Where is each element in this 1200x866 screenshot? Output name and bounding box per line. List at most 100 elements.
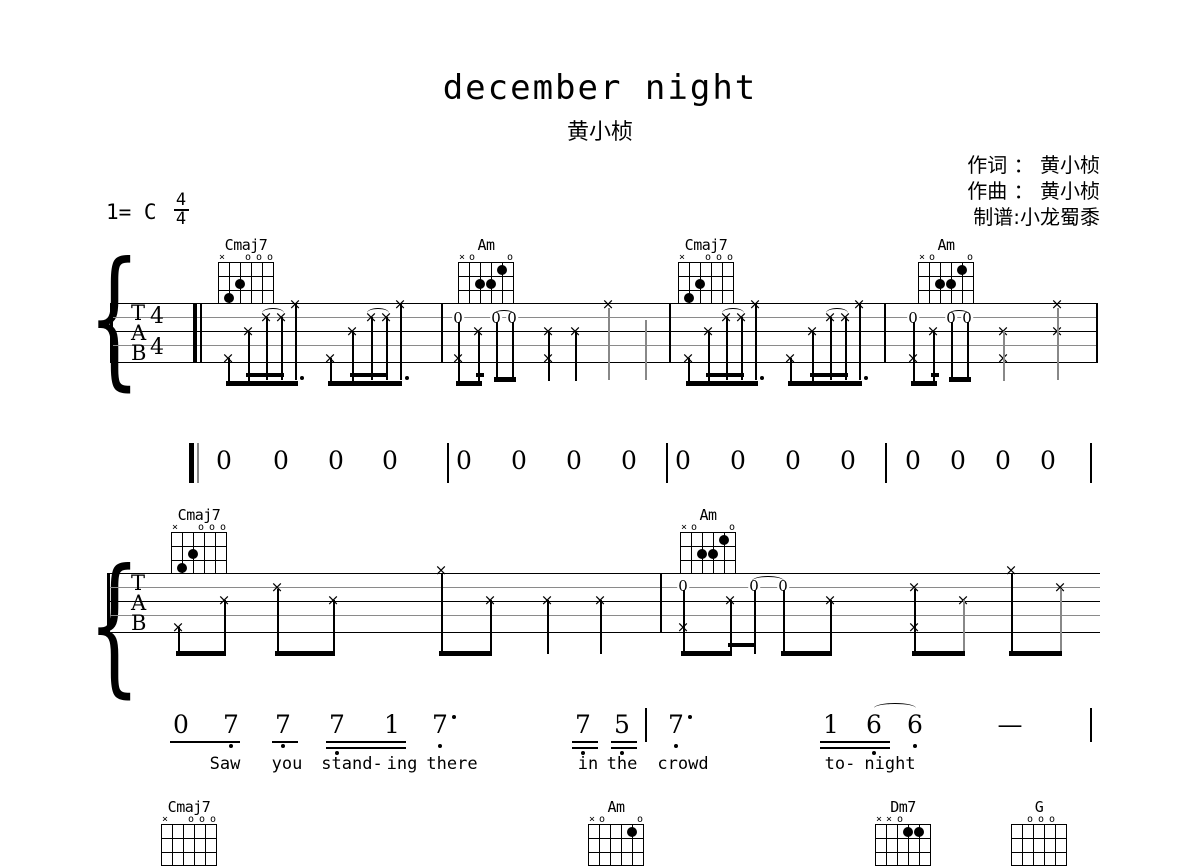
jianpu-note: 7	[432, 710, 448, 739]
key-signature: 1= C	[106, 200, 157, 224]
note-stem	[458, 322, 460, 384]
open-string-marker: o	[727, 252, 734, 263]
open-string-marker: o	[220, 522, 227, 533]
jianpu-note: 7	[275, 710, 291, 739]
lyric-word: the	[606, 754, 638, 774]
tie-slur	[752, 576, 784, 586]
jianpu-repeat-barline	[189, 443, 194, 483]
chord-string-markers: × o o o	[218, 252, 274, 263]
measure-barline	[441, 303, 443, 363]
chord-label: G	[1034, 798, 1044, 816]
open-string-marker: o	[245, 252, 252, 263]
chord-diagram-cmaj7-3: Cmaj7 × o o o	[168, 508, 230, 574]
tie-slur	[826, 308, 848, 318]
chord-diagram-cmaj7-2: Cmaj7 × o o o	[675, 238, 737, 304]
muted-string-marker: ×	[919, 252, 926, 263]
tie-slur	[262, 308, 284, 318]
open-string-marker: o	[897, 814, 904, 825]
note-stem	[371, 317, 373, 380]
jianpu-note: 0	[216, 446, 232, 475]
note-beam	[328, 381, 402, 386]
note-stem	[400, 304, 402, 380]
fretboard-grid	[588, 824, 644, 866]
chord-string-markers: × o o o	[171, 522, 227, 533]
jianpu-note: 7	[223, 710, 239, 739]
chord-string-markers: × o o o	[678, 252, 734, 263]
tab-clef-a: A	[131, 321, 147, 345]
jianpu-note: 0	[950, 446, 966, 475]
jianpu-note: 7	[329, 710, 345, 739]
open-string-marker: o	[267, 252, 274, 263]
note-beam	[949, 377, 971, 382]
credits-block: system-1 作词 ： 黄小桢 作曲 ： 黄小桢 制谱:小龙蜀黍	[967, 152, 1100, 230]
lyric-word: ing	[386, 754, 418, 774]
note-beam	[176, 651, 226, 656]
muted-string-marker: ×	[219, 252, 226, 263]
muted-string-marker: ×	[679, 252, 686, 263]
fretboard-grid	[680, 532, 736, 574]
chord-label: Dm7	[890, 798, 916, 816]
jianpu-note: 0	[566, 446, 582, 475]
note-beam-secondary	[810, 373, 848, 377]
chord-diagram-dm7: Dm7 × × o	[872, 800, 934, 866]
augmentation-dot	[760, 376, 764, 380]
note-stem	[783, 590, 785, 654]
note-stem	[859, 304, 861, 380]
tab-clef-t: T	[131, 571, 146, 595]
jianpu-octave-dot-low	[438, 744, 442, 748]
fretboard-grid	[678, 262, 734, 304]
open-string-marker: o	[209, 522, 216, 533]
repeat-start-barline-thin	[200, 303, 202, 363]
note-beam-secondary	[350, 373, 388, 377]
time-denominator: 4	[175, 208, 187, 229]
note-stem	[830, 600, 832, 654]
chord-string-markers: × o o	[680, 523, 736, 533]
chord-diagram-am-4: Am × o o	[585, 800, 647, 866]
chord-diagram-g: G o o o	[1008, 800, 1070, 866]
tie-slur	[874, 703, 916, 713]
credit-line-3: 制谱:小龙蜀黍	[973, 205, 1100, 229]
lyric-word: stand-	[321, 754, 383, 774]
note-stem	[1011, 574, 1013, 654]
tab-clef-b: B	[131, 341, 147, 365]
note-beam	[226, 381, 298, 386]
chord-label: Am	[699, 506, 717, 524]
finger-dot	[684, 293, 694, 303]
muted-string-marker: ×	[172, 522, 179, 533]
jianpu-note: 0	[382, 446, 398, 475]
jianpu-augmentation-dot	[688, 715, 692, 719]
finger-dot	[475, 279, 485, 289]
note-beam-secondary	[931, 373, 939, 377]
chord-diagram-am-2: Am × o o	[915, 238, 977, 304]
note-stem	[441, 574, 443, 654]
note-stem	[333, 600, 335, 654]
fretboard-grid	[875, 824, 931, 866]
open-string-marker: o	[469, 252, 476, 263]
lyric-word: in	[577, 754, 599, 774]
open-string-marker: o	[967, 252, 974, 263]
chord-string-markers: × o o	[458, 252, 514, 263]
measure-barline	[1096, 303, 1098, 363]
note-stem	[845, 317, 847, 380]
note-stem grey	[1060, 589, 1062, 654]
tie-slur	[493, 310, 515, 320]
staff-time-signature-top: 4	[150, 304, 164, 329]
note-beam-secondary	[706, 373, 744, 377]
repeat-start-barline	[193, 303, 197, 363]
jianpu-underline	[272, 741, 298, 743]
chord-label: Am	[477, 236, 495, 254]
jianpu-octave-dot-low	[913, 744, 917, 748]
note-stem grey	[608, 308, 610, 380]
credit-line-1: 作词 ： 黄小桢	[967, 153, 1100, 177]
jianpu-underline-2	[611, 747, 637, 749]
jianpu-underline	[611, 741, 637, 743]
jianpu-measure-barline	[1090, 708, 1092, 742]
finger-dot	[903, 827, 913, 837]
note-beam	[439, 651, 492, 656]
lyric-word: night	[864, 754, 916, 774]
open-string-marker: o	[705, 252, 712, 263]
fretboard-grid	[1011, 824, 1067, 866]
jianpu-measure-barline	[447, 443, 449, 483]
measure-barline	[884, 303, 886, 363]
chord-diagram-am-3: Am × o o	[677, 508, 739, 574]
